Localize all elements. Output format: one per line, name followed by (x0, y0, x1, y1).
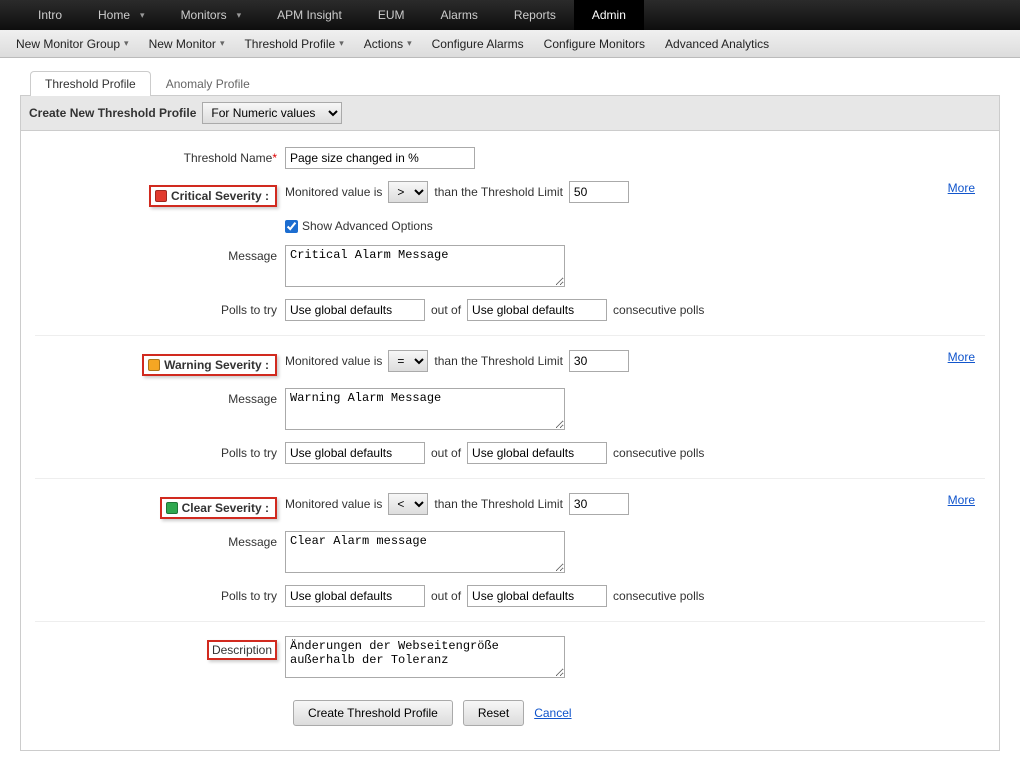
critical-message-textarea[interactable] (285, 245, 565, 287)
warning-polls-label: Polls to try (221, 446, 277, 460)
profile-type-select[interactable]: For Numeric values (202, 102, 342, 124)
subnav-new-monitor[interactable]: New Monitor▾ (139, 30, 235, 58)
subnav-advanced-analytics[interactable]: Advanced Analytics (655, 30, 779, 58)
critical-polls-outof-input[interactable] (467, 299, 607, 321)
description-textarea[interactable] (285, 636, 565, 678)
clear-more-link[interactable]: More (948, 493, 975, 507)
threshold-name-label: Threshold Name*Threshold Name* (184, 151, 277, 165)
topnav-eum[interactable]: EUM (360, 0, 423, 30)
critical-message-label: Message (228, 249, 277, 263)
warning-limit-input[interactable] (569, 350, 629, 372)
topnav-home[interactable]: Home▾ (80, 0, 163, 30)
clear-message-label: Message (228, 535, 277, 549)
warning-operator-select[interactable]: = (388, 350, 428, 372)
critical-more-link[interactable]: More (948, 181, 975, 195)
warning-severity-label: Warning Severity : (164, 358, 269, 372)
threshold-panel: Create New Threshold Profile For Numeric… (20, 96, 1000, 751)
create-threshold-button[interactable]: Create Threshold Profile (293, 700, 453, 726)
chevron-down-icon: ▾ (237, 10, 242, 21)
tab-threshold[interactable]: Threshold Profile (30, 71, 151, 96)
monitored-value-label: Monitored value is (285, 185, 382, 199)
warning-icon (148, 359, 160, 371)
clear-icon (166, 502, 178, 514)
warning-message-label: Message (228, 392, 277, 406)
subnav-new-monitor-group[interactable]: New Monitor Group▾ (6, 30, 139, 58)
critical-severity-highlight: Critical Severity : (149, 185, 277, 207)
chevron-down-icon: ▾ (124, 38, 129, 49)
clear-polls-label: Polls to try (221, 589, 277, 603)
critical-polls-label: Polls to try (221, 303, 277, 317)
warning-polls-outof-input[interactable] (467, 442, 607, 464)
topnav-admin[interactable]: Admin (574, 0, 644, 30)
warning-more-link[interactable]: More (948, 350, 975, 364)
clear-severity-label: Clear Severity : (182, 501, 269, 515)
threshold-name-input[interactable] (285, 147, 475, 169)
clear-message-textarea[interactable] (285, 531, 565, 573)
tab-anomaly[interactable]: Anomaly Profile (151, 71, 265, 96)
profile-tabs: Threshold Profile Anomaly Profile (20, 70, 1000, 96)
critical-icon (155, 190, 167, 202)
subnav-configure-alarms[interactable]: Configure Alarms (422, 30, 534, 58)
clear-polls-try-input[interactable] (285, 585, 425, 607)
topnav-intro[interactable]: Intro (20, 0, 80, 30)
critical-severity-label: Critical Severity : (171, 189, 269, 203)
clear-operator-select[interactable]: < (388, 493, 428, 515)
warning-polls-try-input[interactable] (285, 442, 425, 464)
than-threshold-label: than the Threshold Limit (434, 185, 563, 199)
panel-header: Create New Threshold Profile For Numeric… (21, 96, 999, 131)
show-advanced-checkbox[interactable]: Show Advanced Options (285, 219, 433, 233)
top-nav: Intro Home▾ Monitors▾ APM Insight EUM Al… (0, 0, 1020, 30)
topnav-alarms[interactable]: Alarms (422, 0, 495, 30)
warning-message-textarea[interactable] (285, 388, 565, 430)
description-highlight: Description (207, 640, 277, 660)
topnav-apm[interactable]: APM Insight (259, 0, 360, 30)
clear-limit-input[interactable] (569, 493, 629, 515)
critical-limit-input[interactable] (569, 181, 629, 203)
chevron-down-icon: ▾ (220, 38, 225, 49)
description-label: Description (212, 643, 272, 657)
clear-severity-highlight: Clear Severity : (160, 497, 277, 519)
topnav-monitors[interactable]: Monitors▾ (163, 0, 260, 30)
sub-nav: New Monitor Group▾ New Monitor▾ Threshol… (0, 30, 1020, 58)
cancel-link[interactable]: Cancel (534, 706, 571, 720)
subnav-configure-monitors[interactable]: Configure Monitors (534, 30, 655, 58)
subnav-actions[interactable]: Actions▾ (354, 30, 422, 58)
topnav-reports[interactable]: Reports (496, 0, 574, 30)
chevron-down-icon: ▾ (140, 10, 145, 21)
create-profile-label: Create New Threshold Profile (29, 106, 196, 120)
button-row: Create Threshold Profile Reset Cancel (35, 684, 985, 740)
chevron-down-icon: ▾ (339, 38, 344, 49)
chevron-down-icon: ▾ (407, 38, 412, 49)
subnav-threshold-profile[interactable]: Threshold Profile▾ (234, 30, 353, 58)
critical-operator-select[interactable]: > (388, 181, 428, 203)
critical-polls-try-input[interactable] (285, 299, 425, 321)
reset-button[interactable]: Reset (463, 700, 524, 726)
warning-severity-highlight: Warning Severity : (142, 354, 277, 376)
clear-polls-outof-input[interactable] (467, 585, 607, 607)
